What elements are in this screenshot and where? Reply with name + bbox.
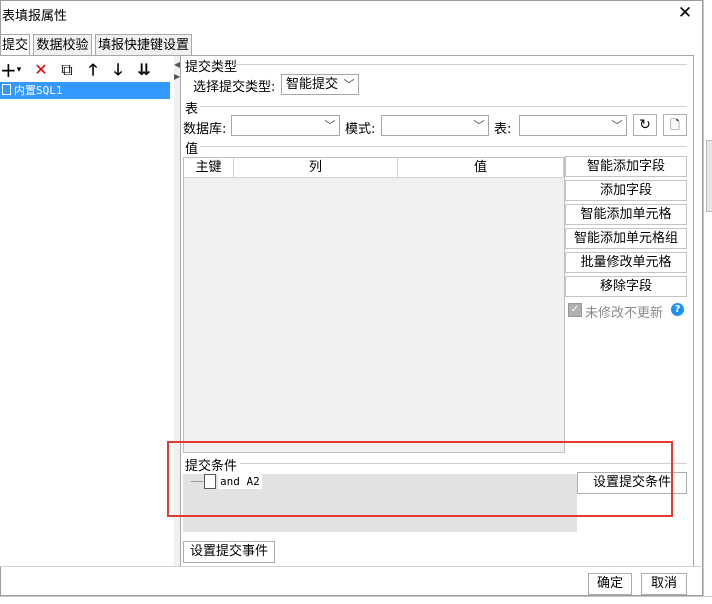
column-header-primary-key[interactable]: 主键: [184, 158, 234, 178]
add-field-button[interactable]: 添加字段: [565, 180, 687, 201]
section-divider: [235, 64, 687, 65]
move-up-icon[interactable]: 🡑: [84, 60, 102, 80]
tree-item-label: 内置SQL1: [14, 84, 63, 97]
ok-button[interactable]: 确定: [588, 573, 632, 595]
footer-divider: [0, 566, 703, 567]
no-update-unchanged-label: 未修改不更新: [585, 306, 664, 321]
chevron-down-icon: ﹀: [473, 119, 485, 132]
submit-type-value: 智能提交: [286, 77, 339, 92]
delete-icon[interactable]: ✕: [32, 60, 50, 80]
close-icon[interactable]: ✕: [676, 4, 694, 22]
column-header-column[interactable]: 列: [234, 158, 398, 178]
table-select[interactable]: ﹀: [519, 115, 627, 136]
smart-add-field-button[interactable]: 智能添加字段: [565, 156, 687, 177]
left-toolbar: + ▾ ✕ ⧉ 🡑 🡓 ⇊: [0, 56, 174, 84]
chevron-down-icon: ﹀: [343, 78, 355, 91]
move-to-bottom-icon[interactable]: ⇊: [134, 60, 154, 80]
chevron-down-icon: ﹀: [611, 119, 623, 132]
copy-icon[interactable]: ⧉: [57, 60, 77, 80]
background-sheet-right: [703, 0, 712, 603]
background-scrollbar: [706, 140, 712, 212]
dialog-title: 表填报属性: [2, 9, 68, 24]
help-icon[interactable]: ?: [671, 303, 684, 316]
highlight-box: [167, 441, 673, 517]
tree-item-sql[interactable]: 内置SQL1: [0, 82, 170, 99]
document-icon: [2, 84, 11, 95]
chevron-down-icon: ﹀: [324, 119, 336, 132]
table-label: 表:: [494, 122, 512, 137]
cancel-button[interactable]: 取消: [641, 573, 687, 595]
section-title-values: 值: [185, 142, 199, 157]
tab-bar: 提交 数据校验 填报快捷键设置: [0, 34, 196, 56]
section-divider: [200, 106, 687, 107]
schema-select[interactable]: ﹀: [381, 115, 489, 136]
tab-shortcut-settings[interactable]: 填报快捷键设置: [95, 34, 192, 55]
remove-field-button[interactable]: 移除字段: [565, 276, 687, 297]
smart-add-cell-group-button[interactable]: 智能添加单元格组: [565, 228, 687, 249]
tab-data-validation[interactable]: 数据校验: [33, 34, 92, 55]
smart-add-cell-button[interactable]: 智能添加单元格: [565, 204, 687, 225]
database-select[interactable]: ﹀: [231, 115, 340, 136]
schema-label: 模式:: [345, 122, 376, 137]
section-title-table: 表: [185, 102, 199, 117]
add-dropdown-icon[interactable]: ▾: [14, 60, 24, 80]
batch-modify-cells-button[interactable]: 批量修改单元格: [565, 252, 687, 273]
submit-type-select[interactable]: 智能提交 ﹀: [281, 74, 359, 95]
submit-type-label: 选择提交类型:: [193, 80, 276, 95]
database-label: 数据库:: [183, 122, 227, 137]
sql-list-panel: [0, 56, 175, 566]
move-down-icon[interactable]: 🡓: [109, 60, 127, 80]
column-header-value[interactable]: 值: [398, 158, 564, 178]
section-divider: [200, 146, 687, 147]
set-submit-event-button[interactable]: 设置提交事件: [183, 541, 275, 563]
values-table: 主键 列 值: [183, 157, 565, 453]
preview-icon[interactable]: 🗋: [663, 114, 687, 136]
section-title-submit-type: 提交类型: [185, 60, 238, 75]
no-update-unchanged-checkbox[interactable]: ✓: [568, 303, 582, 317]
refresh-icon[interactable]: ↻: [633, 114, 657, 136]
tab-submit[interactable]: 提交: [0, 34, 30, 56]
